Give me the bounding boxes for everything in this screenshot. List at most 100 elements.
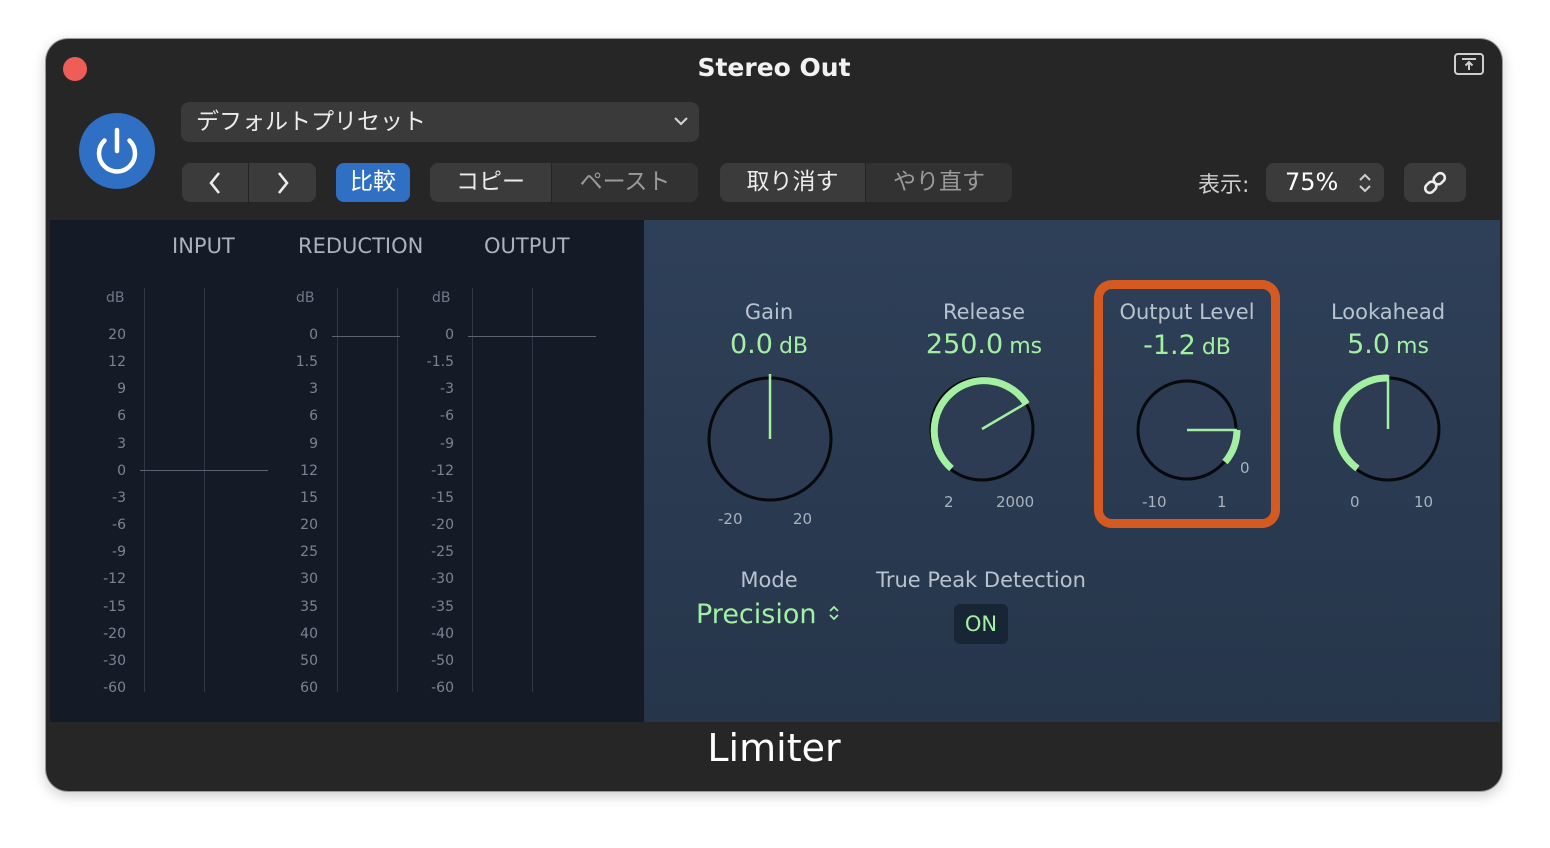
zoom-label: 表示: bbox=[1198, 173, 1250, 198]
true-peak-label: True Peak Detection bbox=[876, 568, 1086, 592]
scale-tick-label: -40 bbox=[431, 625, 454, 642]
zoom-value: 75% bbox=[1285, 168, 1339, 196]
gain-max-label: 20 bbox=[793, 510, 813, 528]
preset-dropdown[interactable]: デフォルトプリセット bbox=[181, 102, 699, 142]
meter-header-input: INPUT bbox=[172, 234, 235, 258]
scale-tick-label: -1.5 bbox=[426, 354, 454, 371]
scale-tick-label: -9 bbox=[440, 435, 454, 452]
scale-tick-label: -60 bbox=[103, 679, 126, 696]
scale-tick-label: 50 bbox=[300, 652, 318, 669]
undo-button[interactable]: 取り消す bbox=[720, 163, 865, 202]
output-level-value[interactable]: -1.2 dB bbox=[1097, 330, 1277, 361]
scale-tick-label: -12 bbox=[431, 462, 454, 479]
scale-tick-label: 6 bbox=[117, 408, 126, 425]
gain-knob[interactable] bbox=[704, 373, 836, 505]
gain-value[interactable]: 0.0 dB bbox=[679, 329, 859, 360]
gain-unit: dB bbox=[778, 334, 808, 359]
reduction-zero-line bbox=[332, 336, 400, 337]
output-level-label: Output Level bbox=[1119, 300, 1255, 324]
reduction-meter-right bbox=[397, 288, 398, 692]
scale-tick-label: 20 bbox=[300, 517, 318, 534]
scale-tick-label: 6 bbox=[309, 408, 318, 425]
redo-button[interactable]: やり直す bbox=[866, 163, 1012, 202]
meter-header-output: OUTPUT bbox=[484, 234, 570, 258]
chevron-right-icon bbox=[277, 172, 289, 194]
compare-button[interactable]: 比較 bbox=[336, 163, 410, 202]
input-zero-line bbox=[140, 470, 268, 471]
scale-tick-label: 12 bbox=[300, 462, 318, 479]
output-level-value-number: -1.2 bbox=[1143, 330, 1196, 361]
zoom-select[interactable]: 75% bbox=[1266, 163, 1384, 202]
scale-tick-label: -3 bbox=[440, 381, 454, 398]
chevron-left-icon bbox=[209, 172, 221, 194]
scale-tick-label: -20 bbox=[103, 625, 126, 642]
reduction-db-label: dB bbox=[296, 290, 315, 306]
undo-redo-group: 取り消す やり直す bbox=[720, 163, 1012, 202]
plugin-window: Stereo Out デフォルトプリセット 比較 コピー ペースト 取り消す や… bbox=[46, 39, 1502, 791]
scale-tick-label: -15 bbox=[103, 598, 126, 615]
output-zero-line bbox=[468, 336, 596, 337]
scale-tick-label: -3 bbox=[112, 489, 126, 506]
scale-tick-label: 0 bbox=[117, 462, 126, 479]
next-preset-button[interactable] bbox=[249, 163, 316, 202]
meter-header-reduction: REDUCTION bbox=[298, 234, 424, 258]
scale-tick-label: 0 bbox=[445, 327, 454, 343]
copy-button[interactable]: コピー bbox=[430, 163, 551, 202]
paste-button[interactable]: ペースト bbox=[552, 163, 698, 202]
scale-tick-label: 3 bbox=[309, 381, 318, 398]
preset-name: デフォルトプリセット bbox=[196, 109, 426, 135]
release-max-label: 2000 bbox=[996, 493, 1035, 511]
link-button[interactable] bbox=[1404, 163, 1466, 202]
output-meter-right bbox=[532, 288, 533, 692]
scale-tick-label: -6 bbox=[112, 517, 126, 534]
chevron-down-icon bbox=[674, 117, 688, 126]
lookahead-knob[interactable] bbox=[1332, 373, 1444, 485]
scale-tick-label: -12 bbox=[103, 571, 126, 588]
output-db-label: dB bbox=[432, 290, 451, 306]
scale-tick-label: -6 bbox=[440, 408, 454, 425]
output-level-max-label: 1 bbox=[1217, 493, 1227, 511]
true-peak-toggle[interactable]: ON bbox=[954, 604, 1008, 644]
scale-tick-label: -9 bbox=[112, 544, 126, 561]
mode-value: Precision bbox=[696, 599, 817, 630]
output-level-knob[interactable] bbox=[1134, 377, 1242, 485]
release-unit: ms bbox=[1009, 334, 1043, 359]
scale-tick-label: 35 bbox=[300, 598, 318, 615]
output-meter-left bbox=[472, 288, 473, 692]
gain-value-number: 0.0 bbox=[729, 329, 773, 360]
release-value[interactable]: 250.0 ms bbox=[894, 329, 1074, 360]
gain-label: Gain bbox=[744, 300, 794, 324]
input-meter-right bbox=[204, 288, 205, 692]
scale-tick-label: 60 bbox=[300, 679, 318, 696]
scale-tick-label: -60 bbox=[431, 679, 454, 696]
preset-nav-group bbox=[182, 163, 316, 202]
scale-tick-label: 9 bbox=[117, 381, 126, 398]
scale-tick-label: 1.5 bbox=[295, 354, 318, 371]
lookahead-label: Lookahead bbox=[1330, 300, 1446, 324]
lookahead-unit: ms bbox=[1396, 334, 1429, 359]
updown-arrows-icon bbox=[1359, 173, 1371, 193]
meters-panel: INPUT REDUCTION OUTPUT dB dB dB 20 12 9 6 3 0… bbox=[50, 220, 644, 722]
scale-tick-label: 15 bbox=[300, 489, 318, 506]
scale-tick-label: -25 bbox=[431, 544, 454, 561]
scale-tick-label: -20 bbox=[431, 517, 454, 534]
scale-tick-label: 0 bbox=[309, 327, 318, 343]
copy-paste-group: コピー ペースト bbox=[430, 163, 698, 202]
scale-tick-label: 30 bbox=[300, 571, 318, 588]
previous-preset-button[interactable] bbox=[182, 163, 248, 202]
lookahead-value[interactable]: 5.0 ms bbox=[1298, 329, 1478, 360]
scale-tick-label: -15 bbox=[431, 489, 454, 506]
bypass-power-button[interactable] bbox=[79, 113, 155, 189]
scale-tick-label: -35 bbox=[431, 598, 454, 615]
mode-label: Mode bbox=[740, 568, 798, 592]
mode-select[interactable]: Precision bbox=[696, 599, 840, 630]
release-value-number: 250.0 bbox=[925, 329, 1004, 360]
output-level-unit: dB bbox=[1201, 335, 1231, 360]
scale-tick-label: 9 bbox=[309, 435, 318, 452]
release-knob[interactable] bbox=[926, 373, 1038, 485]
updown-arrows-icon bbox=[828, 605, 839, 621]
release-min-label: 2 bbox=[944, 493, 954, 511]
scale-tick-label: 3 bbox=[117, 435, 126, 452]
expand-view-button[interactable] bbox=[1454, 53, 1484, 75]
link-icon bbox=[1423, 171, 1447, 195]
